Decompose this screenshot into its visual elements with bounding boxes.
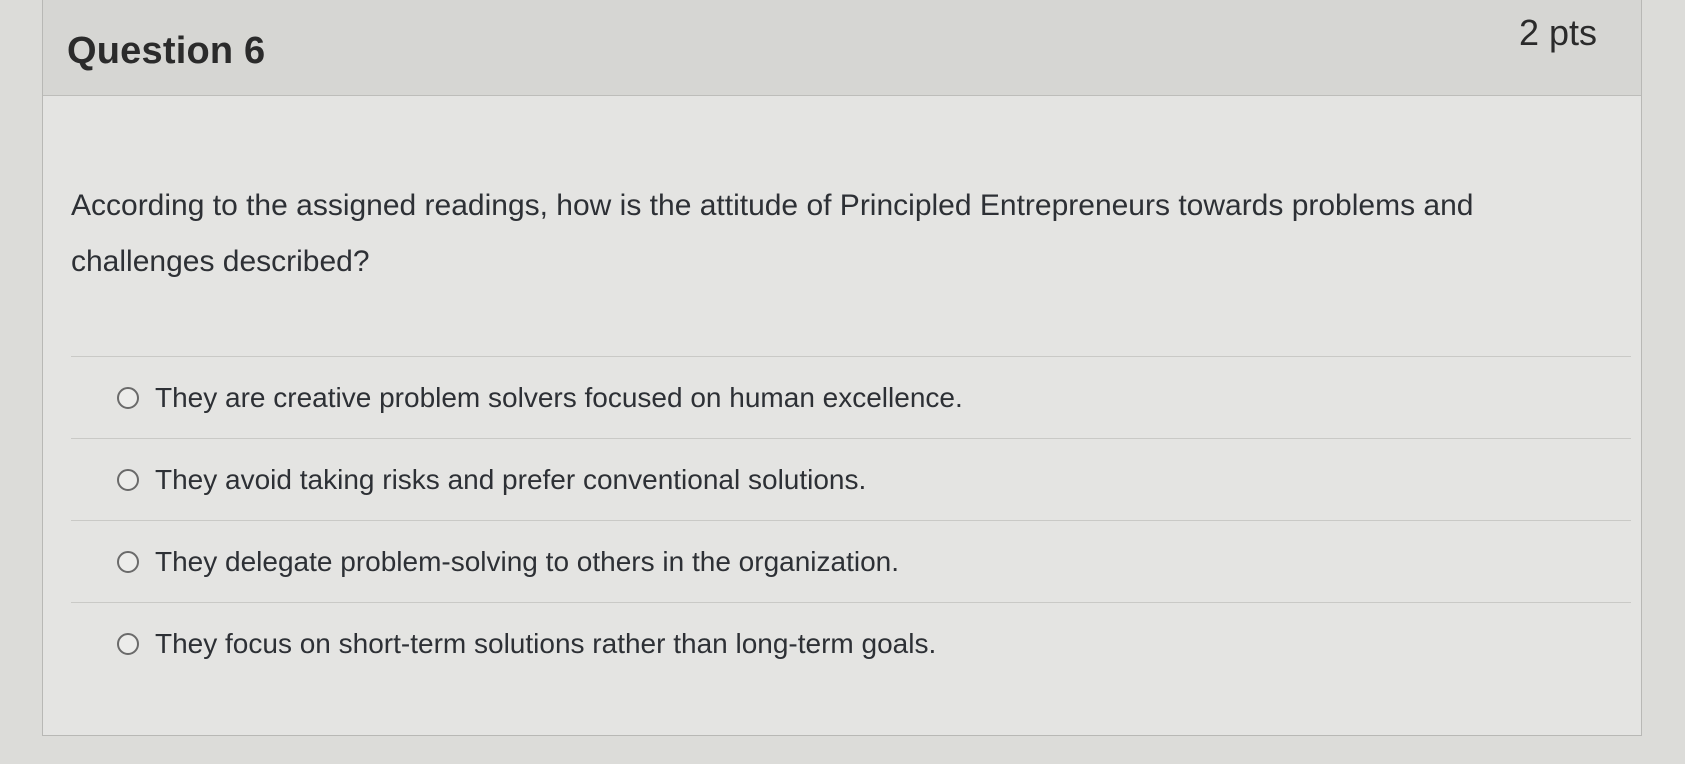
answer-list: They are creative problem solvers focuse… — [71, 356, 1631, 684]
radio-button-2[interactable] — [117, 468, 139, 491]
answer-label-3: They delegate problem-solving to others … — [155, 545, 899, 577]
radio-button-1[interactable] — [117, 386, 139, 409]
answer-label-1: They are creative problem solvers focuse… — [155, 381, 963, 413]
quiz-question-card: Question 6 2 pts According to the assign… — [42, 0, 1642, 736]
question-points: 2 pts — [1518, 12, 1597, 53]
answer-option-3[interactable]: They delegate problem-solving to others … — [71, 520, 1631, 602]
question-text: According to the assigned readings, how … — [71, 189, 1474, 278]
answer-option-4[interactable]: They focus on short-term solutions rathe… — [71, 602, 1631, 684]
question-header: Question 6 2 pts — [43, 0, 1641, 96]
radio-button-4[interactable] — [117, 632, 139, 655]
answer-option-1[interactable]: They are creative problem solvers focuse… — [71, 356, 1631, 438]
question-title: Question 6 — [67, 30, 266, 72]
answer-label-2: They avoid taking risks and prefer conve… — [155, 463, 867, 495]
answer-option-2[interactable]: They avoid taking risks and prefer conve… — [71, 438, 1631, 520]
answer-label-4: They focus on short-term solutions rathe… — [155, 627, 937, 659]
radio-button-3[interactable] — [117, 550, 139, 573]
